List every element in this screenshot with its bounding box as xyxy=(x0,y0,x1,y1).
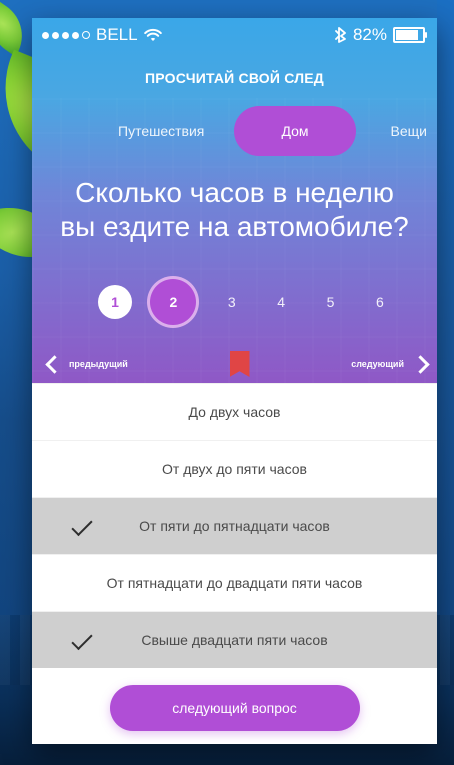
leaf-decoration-top xyxy=(0,0,36,57)
step-4[interactable]: 4 xyxy=(264,285,298,319)
answer-5[interactable]: Свыше двадцати пяти часов xyxy=(32,611,437,668)
check-icon xyxy=(71,628,93,651)
tab-travel[interactable]: Путешествия xyxy=(118,123,218,139)
step-2[interactable]: 2 xyxy=(147,276,200,328)
next-question-button[interactable]: следующий вопрос xyxy=(109,685,360,731)
category-tabs: Путешествия Дом Вещи xyxy=(32,106,437,156)
chevron-left-icon xyxy=(45,354,64,374)
question-nav: предыдущий следующий xyxy=(32,350,437,378)
bluetooth-icon xyxy=(335,27,347,43)
status-left: BELL xyxy=(42,25,162,45)
cta-wrapper: следующий вопрос xyxy=(32,668,437,744)
wifi-icon xyxy=(143,28,162,42)
next-label: следующий xyxy=(351,359,404,369)
hero-section: BELL 82% ПРОСЧИТАЙ СВОЙ СЛЕД Путешествия… xyxy=(32,18,437,383)
question-line-2: вы ездите на автомобиле? xyxy=(60,211,409,242)
phone-screen: BELL 82% ПРОСЧИТАЙ СВОЙ СЛЕД Путешествия… xyxy=(32,18,437,744)
answer-label: До двух часов xyxy=(188,404,281,420)
tab-home[interactable]: Дом xyxy=(234,106,356,156)
prev-button[interactable]: предыдущий xyxy=(45,354,128,374)
step-5[interactable]: 5 xyxy=(314,285,348,319)
answer-label: От пяти до пятнадцати часов xyxy=(139,518,330,534)
step-6[interactable]: 6 xyxy=(363,285,397,319)
signal-dot-4 xyxy=(72,31,79,39)
step-indicator: 1 2 3 4 5 6 xyxy=(32,276,437,328)
battery-icon xyxy=(393,27,427,43)
battery-percent: 82% xyxy=(352,25,387,44)
answers-list: До двух часов От двух до пяти часов От п… xyxy=(32,383,437,744)
answer-3[interactable]: От пяти до пятнадцати часов xyxy=(32,497,437,554)
chevron-right-icon xyxy=(411,354,430,374)
page-title: ПРОСЧИТАЙ СВОЙ СЛЕД xyxy=(145,70,324,86)
answer-label: От пятнадцати до двадцати пяти часов xyxy=(106,575,363,591)
step-3[interactable]: 3 xyxy=(215,285,249,319)
status-bar: BELL 82% xyxy=(32,18,437,52)
signal-dot-1 xyxy=(42,31,49,39)
prev-label: предыдущий xyxy=(69,359,128,369)
carrier-label: BELL xyxy=(96,25,138,44)
question-line-1: Сколько часов в неделю xyxy=(75,177,394,208)
answer-1[interactable]: До двух часов xyxy=(32,383,437,440)
tab-things[interactable]: Вещи xyxy=(372,123,427,139)
next-button[interactable]: следующий xyxy=(351,354,430,374)
answer-label: От двух до пяти часов xyxy=(162,461,307,477)
step-1[interactable]: 1 xyxy=(98,285,132,319)
next-question-label: следующий вопрос xyxy=(172,700,297,716)
signal-dot-3 xyxy=(62,31,69,39)
answer-4[interactable]: От пятнадцати до двадцати пяти часов xyxy=(32,554,437,611)
signal-dot-5 xyxy=(82,31,90,39)
status-right: 82% xyxy=(335,25,427,45)
signal-icon xyxy=(42,31,90,39)
answer-2[interactable]: От двух до пяти часов xyxy=(32,440,437,497)
signal-dot-2 xyxy=(52,31,59,39)
bookmark-icon[interactable] xyxy=(229,351,250,377)
question-text: Сколько часов в неделю вы ездите на авто… xyxy=(32,176,437,244)
check-icon xyxy=(71,514,93,537)
answer-label: Свыше двадцати пяти часов xyxy=(141,632,328,648)
